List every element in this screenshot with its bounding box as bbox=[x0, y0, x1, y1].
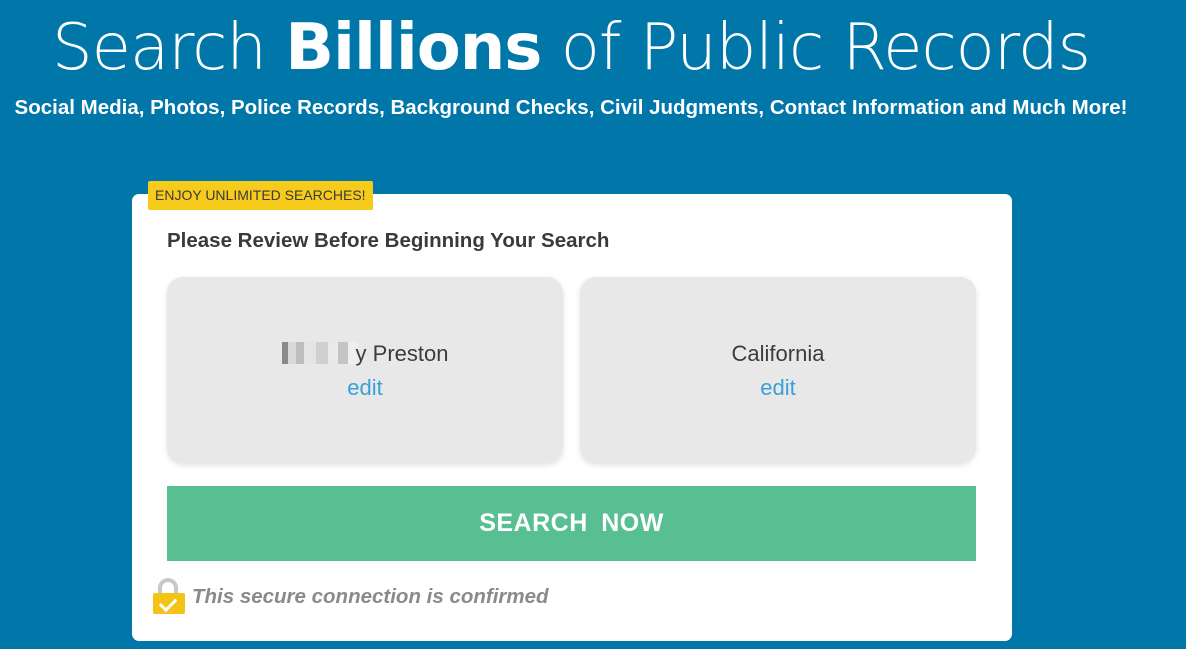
edit-name-link[interactable]: edit bbox=[167, 375, 563, 401]
state-value: California bbox=[731, 341, 825, 366]
name-value: y Preston bbox=[167, 341, 563, 367]
review-heading: Please Review Before Beginning Your Sear… bbox=[167, 229, 610, 252]
secure-connection-text: This secure connection is confirmed bbox=[192, 585, 549, 608]
page-title-emphasis: Billions bbox=[285, 11, 542, 85]
name-visible-text: y Preston bbox=[355, 341, 449, 366]
page-title: Search Billions of Public Records bbox=[0, 8, 1142, 88]
page-title-suffix: of Public Records bbox=[541, 11, 1091, 85]
page-title-prefix: Search bbox=[52, 11, 286, 85]
promo-badge: ENJOY UNLIMITED SEARCHES! bbox=[148, 181, 373, 210]
redacted-name-blur bbox=[281, 342, 358, 364]
page-subtitle: Social Media, Photos, Police Records, Ba… bbox=[14, 96, 1128, 119]
lock-check-icon bbox=[152, 578, 188, 616]
search-now-button[interactable]: SEARCH NOW bbox=[167, 486, 976, 561]
secure-connection-notice: This secure connection is confirmed bbox=[152, 578, 549, 616]
edit-state-link[interactable]: edit bbox=[580, 375, 976, 401]
name-review-box: y Preston edit bbox=[167, 277, 563, 463]
state-review-box: California edit bbox=[580, 277, 976, 463]
